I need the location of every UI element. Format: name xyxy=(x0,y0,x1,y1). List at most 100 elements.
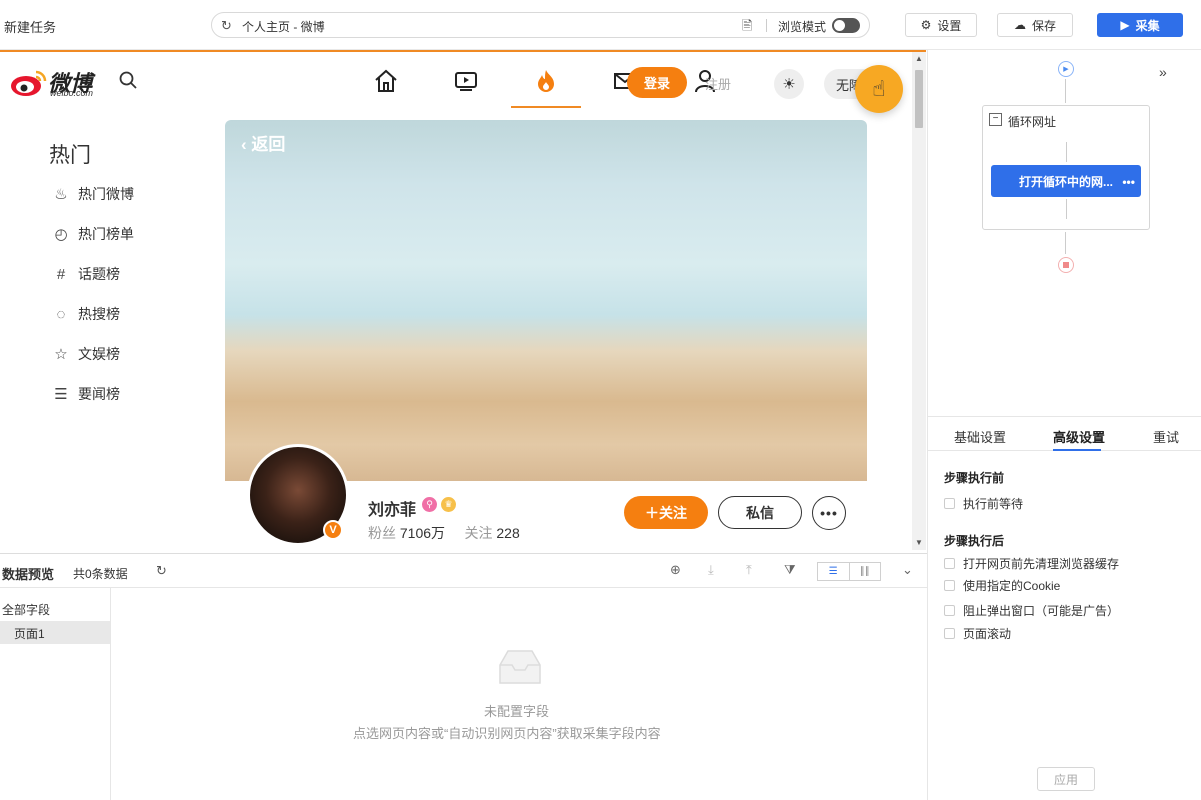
separator xyxy=(766,19,767,32)
profile-stats: 粉丝 7106万 关注 228 xyxy=(368,523,520,543)
login-button[interactable]: 登录 xyxy=(627,67,687,98)
weibo-eye-icon xyxy=(11,70,47,96)
list-view-icon[interactable]: ☰ xyxy=(818,563,850,580)
empty-hint: 点选网页内容或“自动识别网页内容”获取采集字段内容 xyxy=(353,726,661,741)
step-more-icon[interactable]: ••• xyxy=(1122,175,1135,189)
filter-icon[interactable]: ⧩ xyxy=(784,562,796,578)
search-icon[interactable] xyxy=(118,70,138,90)
open-loop-url-step[interactable]: 打开循环中的网... ••• xyxy=(991,165,1141,197)
refresh-icon[interactable]: ↻ xyxy=(156,563,167,579)
sidebar-item-entertainment[interactable]: ☆ 文娱榜 xyxy=(52,343,120,365)
option-clear-cache[interactable]: 打开网页前先清理浏览器缓存 xyxy=(944,555,1119,572)
collapse-down-icon[interactable]: ⌄ xyxy=(902,562,913,578)
video-icon[interactable] xyxy=(453,68,479,94)
scroll-thumb[interactable] xyxy=(915,70,923,128)
tab-retry[interactable]: 重试 xyxy=(1153,427,1179,446)
download-icon[interactable]: ⤓ xyxy=(708,562,714,578)
url-text[interactable]: 个人主页 - 微博 xyxy=(242,18,325,35)
checkbox[interactable] xyxy=(944,580,955,591)
vertical-scrollbar[interactable]: ▲ ▼ xyxy=(912,52,926,550)
toggle-knob xyxy=(834,20,845,31)
column-view-icon[interactable]: ∥∥ xyxy=(850,563,881,580)
stop-square-icon xyxy=(1063,262,1069,268)
apply-button[interactable]: 应用 xyxy=(1037,767,1095,791)
browse-mode-toggle[interactable] xyxy=(832,18,860,33)
preview-title: 数据预览 xyxy=(2,567,55,582)
checkbox[interactable] xyxy=(944,605,955,616)
address-bar[interactable]: ↻ 个人主页 - 微博 🖹 浏览模式 xyxy=(211,12,870,38)
collect-button[interactable]: ▶ 采集 xyxy=(1097,13,1183,37)
sidebar-item-news[interactable]: ☰ 要闻榜 xyxy=(52,383,120,405)
news-icon: ☰ xyxy=(54,386,68,403)
crown-badge-icon[interactable]: ♛ xyxy=(441,497,456,512)
collect-label: 采集 xyxy=(1135,18,1160,33)
option-page-scroll[interactable]: 页面滚动 xyxy=(944,625,1011,642)
following-label: 关注 xyxy=(464,525,493,541)
page-item[interactable]: 页面1 xyxy=(0,621,110,644)
add-field-icon[interactable]: ⊕ xyxy=(670,562,681,578)
settings-button[interactable]: ⚙ 设置 xyxy=(905,13,977,37)
upload-icon[interactable]: ⤒ xyxy=(746,562,752,578)
flame-icon[interactable] xyxy=(533,68,559,94)
theme-toggle-button[interactable]: ☀ xyxy=(774,69,804,99)
refresh-icon[interactable]: ↻ xyxy=(221,18,232,34)
loop-container[interactable]: − 循环网址 打开循环中的网... ••• xyxy=(982,105,1150,230)
sidebar-item-hot-list[interactable]: ◴ 热门榜单 xyxy=(52,223,134,245)
hand-cursor-icon: ☝ xyxy=(855,65,903,113)
collapse-panel-icon[interactable]: » xyxy=(1159,64,1167,80)
following-count[interactable]: 228 xyxy=(496,525,519,541)
tab-advanced-settings[interactable]: 高级设置 xyxy=(1053,427,1105,446)
search-circle-icon: ◌ xyxy=(56,305,66,323)
option-use-cookie[interactable]: 使用指定的Cookie xyxy=(944,577,1060,594)
weibo-logo[interactable]: 微博 weibo.com xyxy=(10,66,105,100)
all-fields-item[interactable]: 全部字段 xyxy=(2,601,50,618)
sidebar-item-hot-weibo[interactable]: ♨ 热门微博 xyxy=(52,183,134,205)
save-button[interactable]: ☁ 保存 xyxy=(997,13,1073,37)
sun-icon: ☀ xyxy=(782,76,796,93)
message-button[interactable]: 私信 xyxy=(718,496,802,529)
browser-viewport[interactable]: 微博 weibo.com 登录 注册 ☀ 无障 ☝ 热门 ♨ 热门微博 ◴ 热门… xyxy=(0,50,926,550)
field-list: 全部字段 页面1 xyxy=(0,588,111,800)
profile-name: 刘亦菲 xyxy=(368,502,417,519)
play-icon: ▶ xyxy=(1120,18,1130,32)
cloud-upload-icon: ☁ xyxy=(1013,18,1026,32)
option-block-popups[interactable]: 阻止弹出窗口（可能是广告） xyxy=(944,602,1119,619)
verified-badge: V xyxy=(323,520,343,540)
collapse-loop-icon[interactable]: − xyxy=(989,113,1002,126)
fans-count[interactable]: 7106万 xyxy=(400,525,445,541)
task-name[interactable]: 新建任务 xyxy=(4,17,56,36)
sidebar-item-label: 话题榜 xyxy=(78,266,120,282)
checkbox[interactable] xyxy=(944,628,955,639)
checkbox[interactable] xyxy=(944,558,955,569)
sidebar-item-topics[interactable]: # 话题榜 xyxy=(52,263,120,285)
scroll-up-icon[interactable]: ▲ xyxy=(915,54,923,63)
option-wait-before[interactable]: 执行前等待 xyxy=(944,495,1023,512)
document-edit-icon[interactable]: 🖹 xyxy=(742,17,752,39)
follow-button[interactable]: ＋关注 xyxy=(624,496,708,529)
loop-label: 循环网址 xyxy=(1008,115,1057,129)
flow-connector xyxy=(1066,142,1067,162)
flow-end-icon[interactable] xyxy=(1058,257,1074,273)
more-button[interactable]: ••• xyxy=(812,496,846,530)
back-button[interactable]: ‹ 返回 xyxy=(241,130,285,155)
sidebar-item-label: 文娱榜 xyxy=(78,346,120,362)
plus-icon: ＋ xyxy=(645,504,659,521)
scroll-down-icon[interactable]: ▼ xyxy=(915,538,923,547)
active-tab-indicator xyxy=(1053,449,1101,451)
flow-connector xyxy=(1065,232,1066,254)
save-label: 保存 xyxy=(1031,18,1056,33)
sidebar-item-hot-search[interactable]: ◌ 热搜榜 xyxy=(52,303,120,325)
search-badge-icon[interactable]: ⚲ xyxy=(422,497,437,512)
home-icon[interactable] xyxy=(373,68,399,94)
view-toggle[interactable]: ☰ ∥∥ xyxy=(817,562,881,581)
name-badges: ⚲ ♛ xyxy=(422,497,456,512)
tab-basic-settings[interactable]: 基础设置 xyxy=(954,427,1006,446)
checkbox[interactable] xyxy=(944,498,955,509)
profile-cover-image: ‹ 返回 xyxy=(225,120,867,481)
settings-tabs: 基础设置 高级设置 重试 xyxy=(928,416,1201,451)
register-link[interactable]: 注册 xyxy=(705,74,731,93)
gear-icon: ⚙ xyxy=(920,18,932,32)
option-label: 页面滚动 xyxy=(963,627,1012,641)
workflow-panel: ▶ » − 循环网址 打开循环中的网... ••• 基础设置 高级设置 重试 步… xyxy=(927,50,1201,800)
flow-start-icon[interactable]: ▶ xyxy=(1058,61,1074,77)
